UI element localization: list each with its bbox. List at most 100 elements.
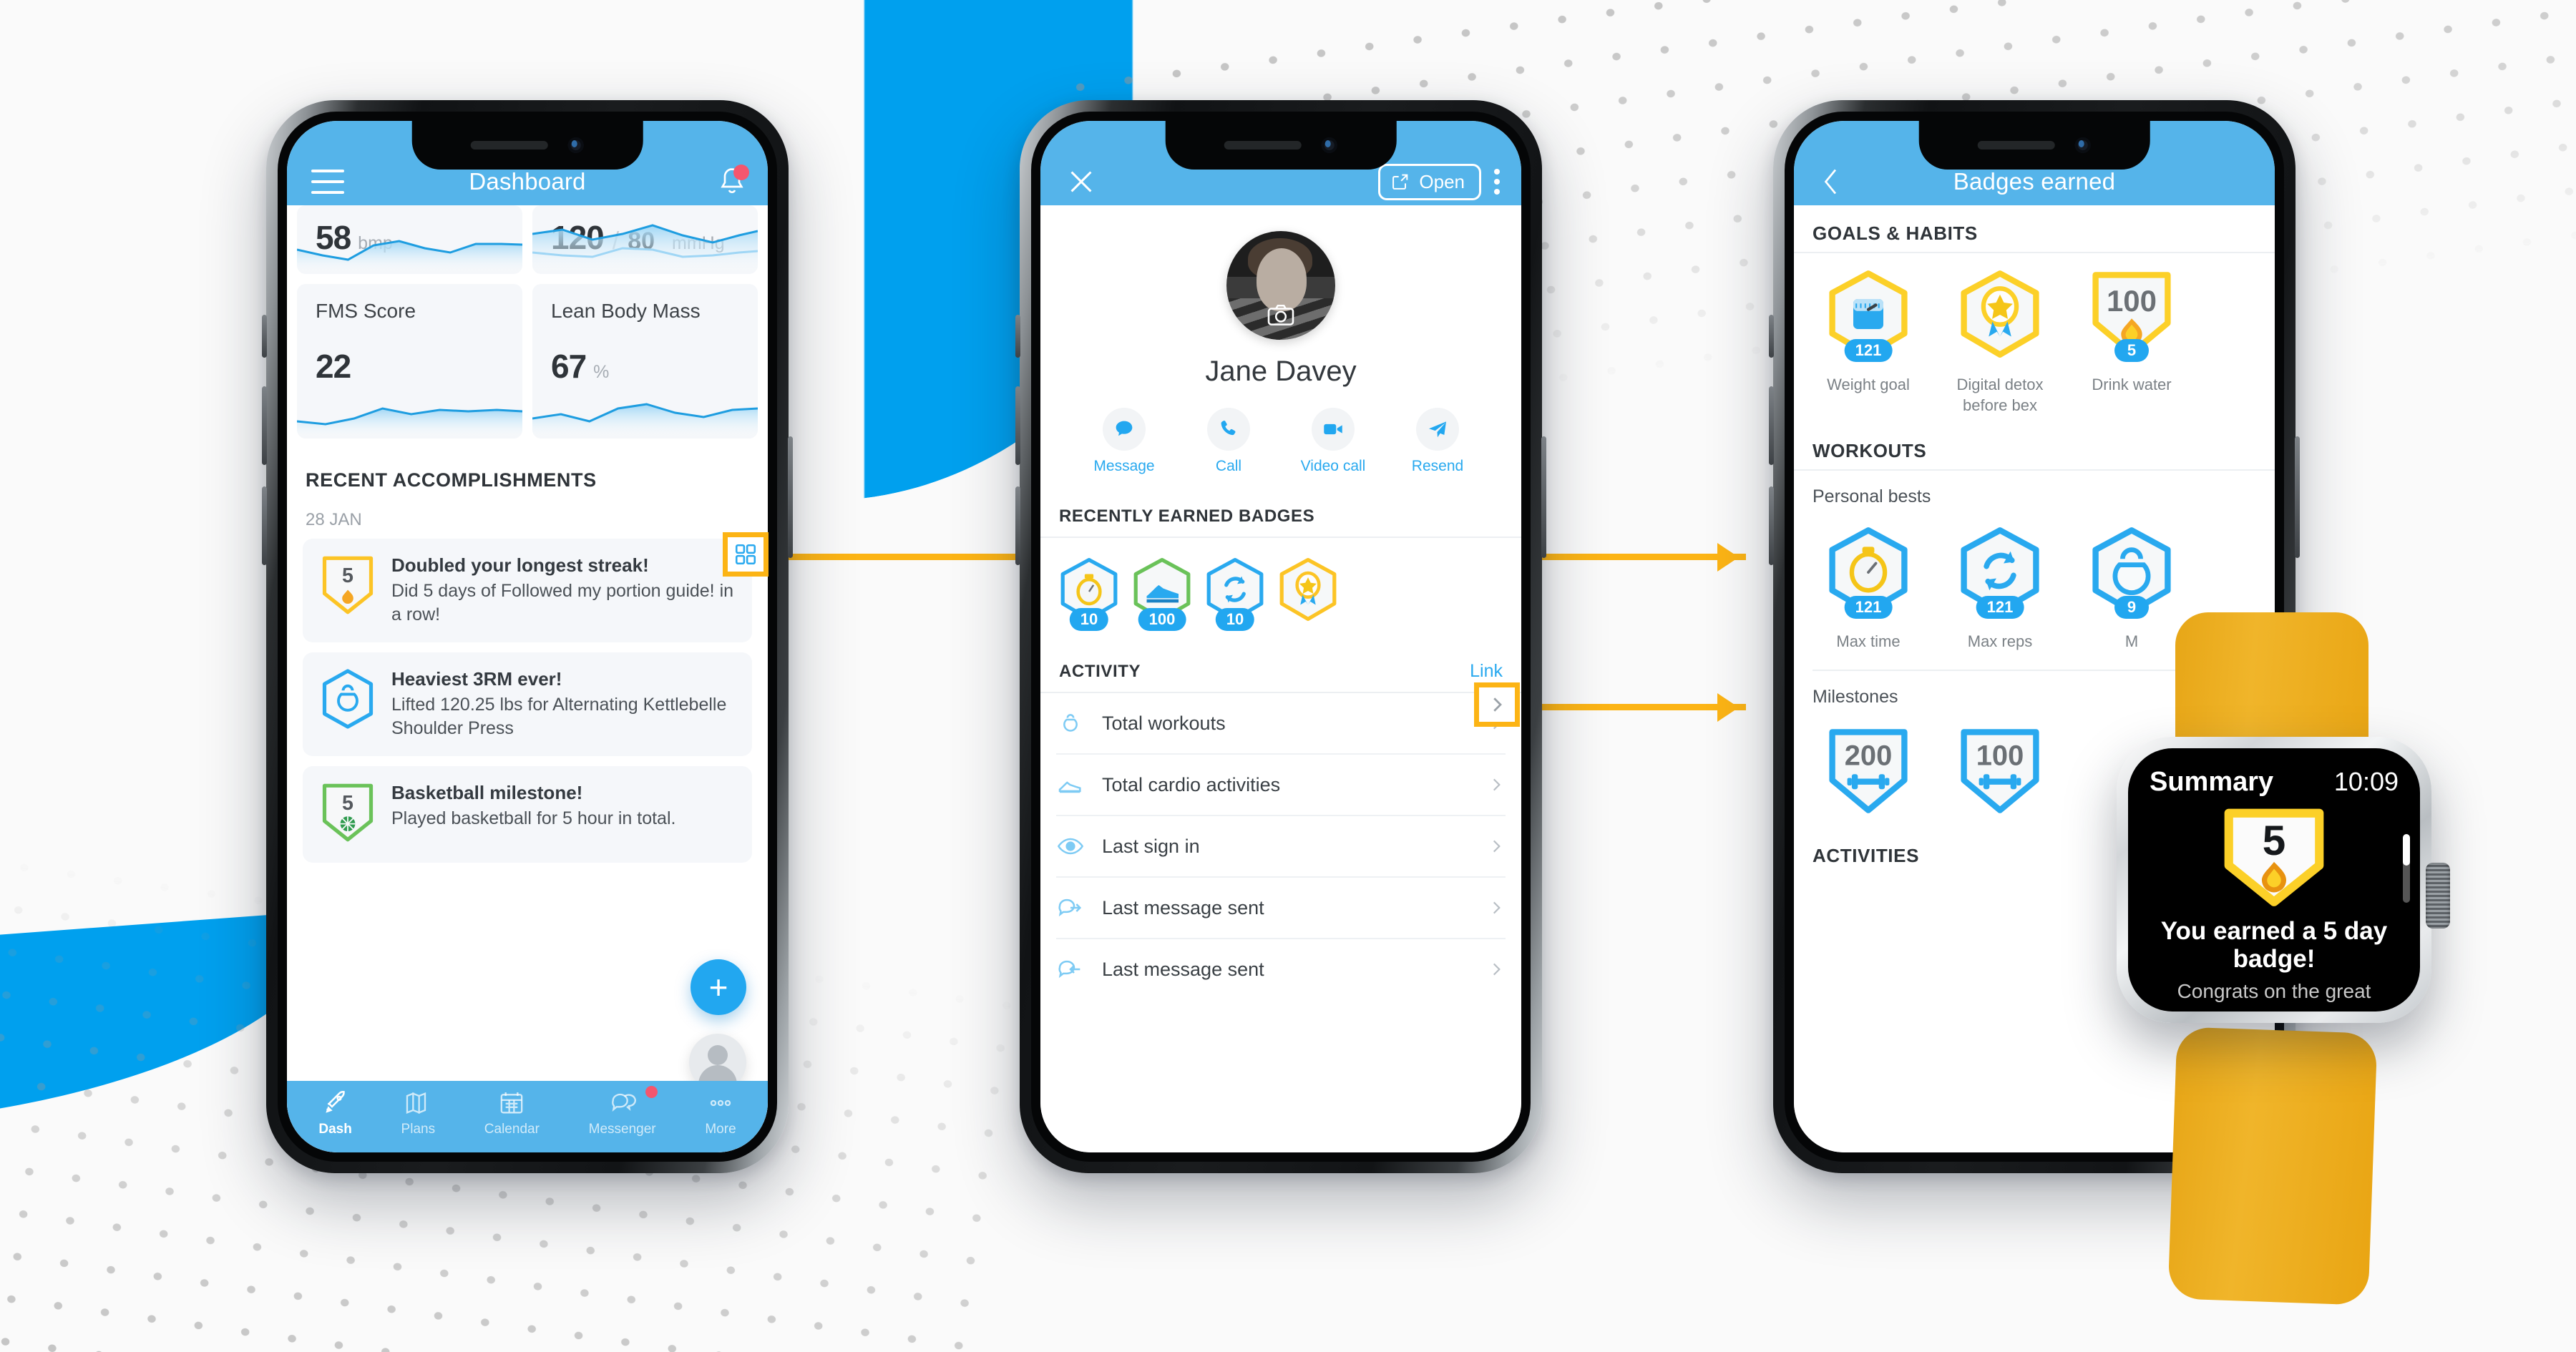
map-icon <box>406 1092 426 1115</box>
section-title-workouts: WORKOUTS <box>1794 423 2275 471</box>
accomplishment-desc: Lifted 120.25 lbs for Alternating Kettle… <box>391 695 727 738</box>
page-title: Badges earned <box>1953 168 2116 195</box>
list-item[interactable]: Total cardio activities <box>1056 755 1506 816</box>
list-item[interactable]: Last message sent <box>1056 939 1506 999</box>
list-item[interactable]: Last message sent <box>1056 878 1506 939</box>
open-button[interactable]: Open <box>1378 163 1481 200</box>
watch-badge: 5 <box>2222 808 2326 913</box>
badge-caption: Weight goal <box>1827 376 1910 393</box>
watch-submessage: Congrats on the great <box>2177 980 2371 1003</box>
list-item-label: Total workouts <box>1102 712 1226 734</box>
svg-text:100: 100 <box>2107 284 2157 318</box>
earpiece-speaker <box>1224 141 1302 150</box>
rosette-star-badge-icon <box>1279 557 1337 622</box>
badge-digital-detox[interactable]: Digital detox before bex <box>1954 269 2046 416</box>
phone1-notch <box>411 121 643 170</box>
basketball-badge-icon: 5 <box>320 782 376 847</box>
connector-arrow-1 <box>1717 543 1739 572</box>
chevron-right-icon <box>1493 963 1501 976</box>
watch-case: Summary 10:09 5 You earned a 5 day badge… <box>2117 737 2450 1023</box>
phone2-mute-switch <box>1015 315 1020 358</box>
accomplishment-date: 28 JAN <box>306 510 362 529</box>
badge-running-shoe[interactable]: 100 <box>1129 557 1195 631</box>
tab-label: Dash <box>318 1122 352 1137</box>
watch-screen[interactable]: Summary 10:09 5 You earned a 5 day badge… <box>2128 748 2420 1011</box>
badge-rosette-star[interactable] <box>1275 557 1341 628</box>
badge-count: 100 <box>1138 608 1186 631</box>
phone1-content: 58 bmp FMS Score 22 Lean Body Mass 67 % … <box>287 205 768 1152</box>
tab-messenger[interactable]: Messenger <box>589 1086 658 1137</box>
metric-card-blood-pressure[interactable]: 120 / 80 mmHg <box>532 205 758 274</box>
front-camera <box>2074 137 2091 153</box>
phone2-power-button <box>1541 436 1546 558</box>
watch-scrollbar[interactable] <box>2403 834 2410 903</box>
close-icon[interactable] <box>1065 165 1098 198</box>
metric-card-fms-score[interactable]: FMS Score 22 <box>297 284 522 439</box>
streak-badge-icon: 5 <box>320 554 376 627</box>
lbm-label: Lean Body Mass <box>551 300 701 322</box>
kettlebell-badge-icon <box>320 668 376 740</box>
hamburger-menu-icon[interactable] <box>311 170 344 194</box>
badge-count: 121 <box>1844 339 1893 362</box>
list-item[interactable]: Last sign in <box>1056 816 1506 878</box>
badge-milestone-100[interactable]: 100 <box>1954 726 2046 816</box>
phone2-notch <box>1165 121 1397 170</box>
badge-stopwatch[interactable]: 10 <box>1056 557 1122 631</box>
front-camera <box>567 137 584 153</box>
action-label: Video call <box>1300 458 1366 474</box>
list-item-label: Last message sent <box>1102 896 1264 919</box>
tab-calendar[interactable]: Calendar <box>484 1089 540 1137</box>
badge-count: 121 <box>1976 596 2024 619</box>
badge-max-reps[interactable]: 121 Max reps <box>1954 526 2046 652</box>
rosette-star-badge-icon <box>1961 270 2039 358</box>
action-call[interactable]: Call <box>1189 408 1268 475</box>
tab-more[interactable]: More <box>705 1089 736 1137</box>
tab-label: More <box>705 1122 736 1137</box>
chevron-left-icon[interactable] <box>1818 165 1844 198</box>
grid-view-icon-placeholder <box>709 460 749 500</box>
action-label: Message <box>1093 458 1155 474</box>
activity-section-title: ACTIVITY <box>1059 661 1141 681</box>
activity-link[interactable]: Link <box>1470 661 1503 682</box>
digital-crown[interactable] <box>2426 863 2450 929</box>
action-message[interactable]: Message <box>1085 408 1163 475</box>
running-shoe-icon <box>1058 781 1081 793</box>
tab-plans[interactable]: Plans <box>401 1089 435 1137</box>
chevron-right-icon <box>1493 840 1501 853</box>
more-vertical-icon[interactable] <box>1494 169 1500 195</box>
accomplishment-item[interactable]: 5 Basketball milestone! Played basketbal… <box>303 766 752 863</box>
accomplishment-item[interactable]: 5 Doubled your longest streak! Did 5 day… <box>303 539 752 642</box>
heart-rate-sparkline <box>297 212 522 274</box>
chat-bubble-icon <box>611 1093 636 1112</box>
smartwatch: Summary 10:09 5 You earned a 5 day badge… <box>2104 612 2476 1306</box>
badge-drink-water[interactable]: 100 5 Drink water <box>2086 269 2177 416</box>
video-camera-icon <box>1324 423 1342 435</box>
metrics-grid: 58 bmp FMS Score 22 Lean Body Mass 67 % <box>287 205 768 439</box>
phone-icon <box>1221 420 1236 436</box>
grid-view-icon-highlight[interactable] <box>723 532 769 577</box>
badge-refresh[interactable]: 10 <box>1202 557 1268 631</box>
tab-dash[interactable]: Dash <box>318 1089 352 1137</box>
badge-weight-goal[interactable]: 121 Weight goal <box>1823 269 1914 416</box>
badge-milestone-200[interactable]: 200 <box>1823 726 1914 816</box>
action-resend[interactable]: Resend <box>1398 408 1477 475</box>
ellipsis-icon <box>710 1099 731 1107</box>
dumbbell-number-badge-icon: 100 <box>1961 728 2039 813</box>
profile-photo[interactable] <box>1226 231 1335 340</box>
profile-actions: Message Call Video call Resend <box>1040 408 1521 475</box>
calendar-icon <box>501 1092 523 1114</box>
recent-accomplishments-title: RECENT ACCOMPLISHMENTS <box>306 469 597 491</box>
bottom-tab-bar: Dash Plans Calendar Messenger More <box>287 1081 768 1152</box>
badge-row: 10 100 10 <box>1040 538 1521 647</box>
accomplishment-item[interactable]: Heaviest 3RM ever! Lifted 120.25 lbs for… <box>303 652 752 756</box>
accomplishment-desc: Played basketball for 5 hour in total. <box>391 808 676 828</box>
badge-max-time[interactable]: 121 Max time <box>1823 526 1914 652</box>
list-item[interactable]: Total workouts <box>1056 693 1506 755</box>
badge-count: 10 <box>1069 608 1109 631</box>
badges-next-highlight[interactable] <box>1474 682 1520 727</box>
metric-card-lean-body-mass[interactable]: Lean Body Mass 67 % <box>532 284 758 439</box>
action-video-call[interactable]: Video call <box>1294 408 1372 475</box>
add-button[interactable]: + <box>691 959 746 1015</box>
metric-card-heart-rate[interactable]: 58 bmp <box>297 205 522 274</box>
bell-icon[interactable] <box>718 165 749 197</box>
